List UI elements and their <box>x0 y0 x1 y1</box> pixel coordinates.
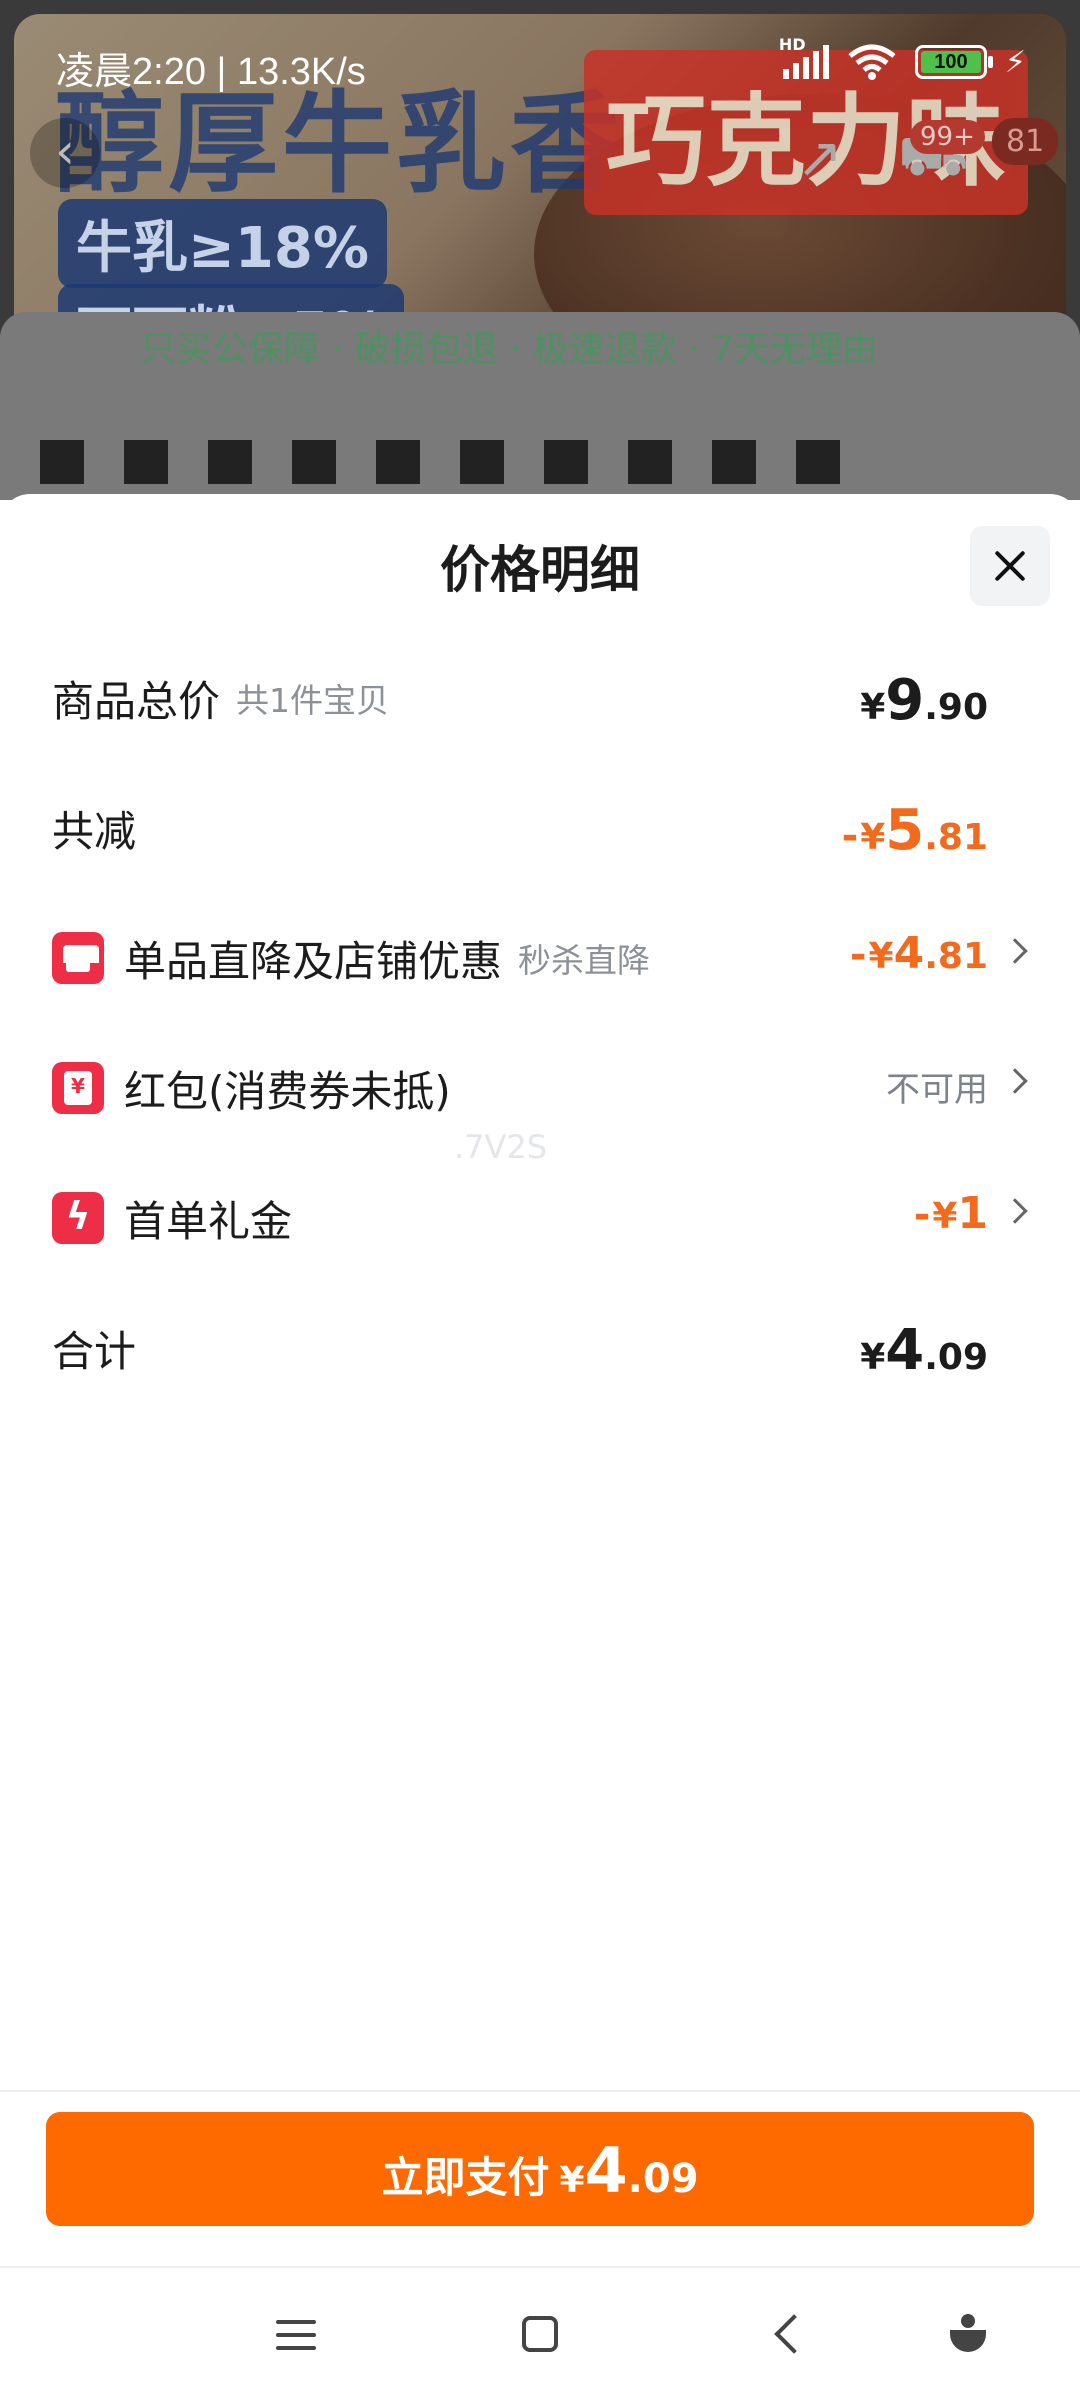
battery-icon: 100 <box>914 45 993 79</box>
row-label: 单品直降及店铺优惠 <box>124 936 503 986</box>
row-label: 合计 <box>52 1326 137 1376</box>
row-label: 首单礼金 <box>124 1196 293 1246</box>
charging-icon: ⚡ <box>1004 44 1026 80</box>
price-integer: 9 <box>885 668 925 733</box>
pay-price-integer: 4 <box>584 2134 628 2207</box>
share-icon: ↗ <box>796 126 843 191</box>
row-label: 商品总价 <box>52 676 221 726</box>
status-bar: 凌晨2:20 | 13.3K/s HD 100 ⚡ <box>0 0 1080 100</box>
currency-symbol: ¥ <box>860 687 886 728</box>
watermark: .7V2S <box>454 1128 548 1166</box>
assistant-icon[interactable] <box>950 2314 986 2354</box>
price-integer: 5 <box>885 798 925 863</box>
wifi-icon <box>848 44 896 80</box>
lightning-icon: ϟ <box>52 1192 104 1244</box>
banner-tag-milk: 牛乳≥18% <box>58 199 387 288</box>
total-price: ¥ 4 .09 <box>860 1308 988 1388</box>
back-icon[interactable] <box>774 2314 814 2354</box>
network-label: HD <box>778 35 806 54</box>
red-packet-status: 不可用 <box>886 1048 988 1128</box>
cart-badge: 99+ <box>910 120 985 154</box>
currency-symbol: ¥ <box>559 2160 585 2201</box>
price-detail-sheet: 价格明细 商品总价 共1件宝贝 ¥ 9 .90 共减 - ¥ 5 .81 单品直… <box>0 494 1080 2266</box>
item-count: 共1件宝贝 <box>236 681 390 720</box>
close-button[interactable] <box>970 526 1050 606</box>
minus-sign: - <box>913 1192 931 1238</box>
price-integer: 1 <box>957 1188 988 1239</box>
row-total: 合计 ¥ 4 .09 <box>52 1308 1024 1388</box>
red-packet-glyph: ¥ <box>71 1074 85 1098</box>
chevron-right-icon <box>1002 1068 1028 1094</box>
sheet-title: 价格明细 <box>440 541 640 599</box>
back-arrow-icon: ‹ <box>30 118 100 188</box>
store-discount-amount: - ¥ 4 .81 <box>850 918 988 998</box>
footer-divider <box>0 2090 1080 2092</box>
pay-button-label: 立即支付 <box>381 2153 550 2202</box>
row-first-order-bonus[interactable]: ϟ 首单礼金 - ¥ 1 <box>52 1178 1028 1258</box>
more-badge: 81 <box>992 118 1059 165</box>
system-nav-bar <box>0 2268 1080 2400</box>
red-packet-icon: ¥ <box>52 1062 104 1114</box>
first-order-bonus-amount: - ¥ 1 <box>914 1178 988 1258</box>
guarantee-strip: 只买公保障 · 破损包退 · 极速退款 · 7天无理由 <box>140 329 878 370</box>
pay-now-button[interactable]: 立即支付 ¥ 4 .09 <box>46 2112 1034 2226</box>
battery-level: 100 <box>920 51 981 73</box>
price-cents: .09 <box>924 1337 988 1378</box>
currency-symbol: ¥ <box>868 936 894 977</box>
price-integer: 4 <box>893 928 925 979</box>
minus-sign: - <box>841 813 859 859</box>
home-icon[interactable] <box>522 2316 558 2352</box>
status-time-speed: 凌晨2:20 | 13.3K/s <box>56 51 366 93</box>
price-cents: .81 <box>924 817 988 858</box>
chevron-right-icon <box>1002 1198 1028 1224</box>
currency-symbol: ¥ <box>860 817 886 858</box>
signal-icon: HD <box>779 35 829 79</box>
currency-symbol: ¥ <box>932 1196 958 1237</box>
goods-total-price: ¥ 9 .90 <box>860 658 988 738</box>
price-cents: .81 <box>924 936 988 977</box>
row-goods-total: 商品总价 共1件宝贝 ¥ 9 .90 <box>52 658 1024 738</box>
total-discount-amount: - ¥ 5 .81 <box>842 788 988 868</box>
row-label: 红包(消费券未抵) <box>124 1066 451 1116</box>
minus-sign: - <box>849 932 867 978</box>
unavailable-text: 不可用 <box>886 1070 988 1110</box>
currency-symbol: ¥ <box>860 1337 886 1378</box>
row-store-discount[interactable]: 单品直降及店铺优惠 秒杀直降 - ¥ 4 .81 <box>52 918 1028 998</box>
price-cents: .90 <box>924 687 988 728</box>
discount-type: 秒杀直降 <box>518 941 651 980</box>
price-integer: 4 <box>885 1318 925 1383</box>
row-label: 共减 <box>52 806 137 856</box>
chevron-right-icon <box>1002 938 1028 964</box>
menu-icon[interactable] <box>276 2320 316 2350</box>
store-icon <box>52 932 104 984</box>
pay-price-cents: .09 <box>627 2156 699 2202</box>
row-total-discount: 共减 - ¥ 5 .81 <box>52 788 1024 868</box>
row-red-packet[interactable]: ¥ 红包(消费券未抵) 不可用 <box>52 1048 1028 1128</box>
sku-chips <box>40 440 1040 490</box>
